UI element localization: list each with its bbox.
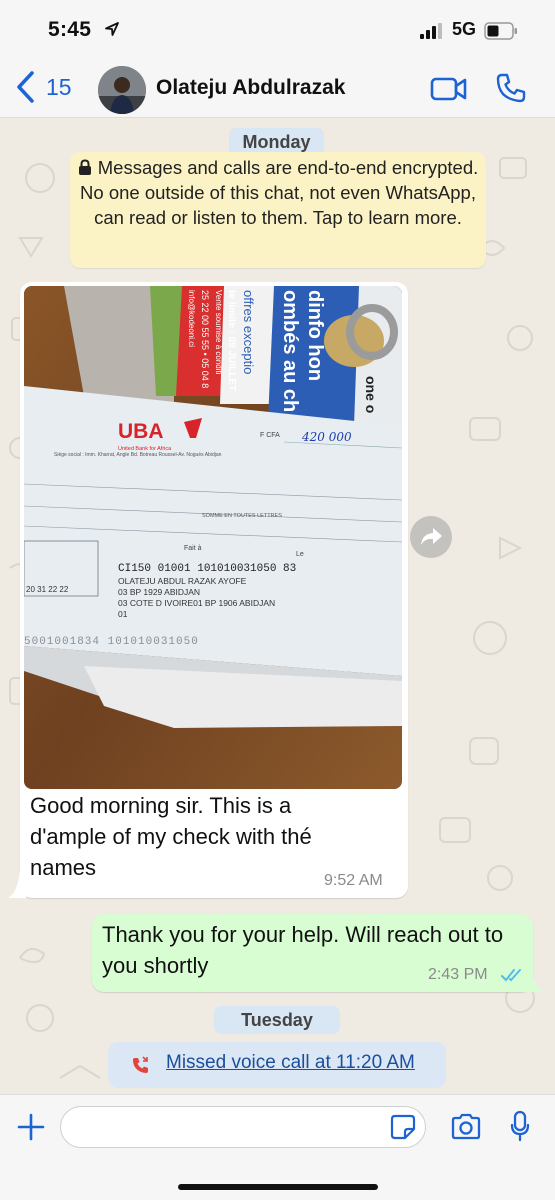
lock-icon: [78, 159, 91, 175]
flyer-text-conditions: Vente soumise à conditi: [214, 290, 223, 375]
cheque-holder-line-1: OLATEJU ABDUL RAZAK AYOFE: [118, 576, 247, 586]
cheque-phone-box: 20 31 22 22: [26, 585, 69, 594]
double-check-icon: [501, 969, 521, 982]
home-indicator: [178, 1184, 378, 1190]
contact-name[interactable]: Olateju Abdulrazak: [156, 76, 345, 100]
cheque-account-line: CI150 01001 101010031050 83: [118, 563, 296, 575]
cheque-holder-line-4: 01: [118, 609, 128, 619]
avatar[interactable]: [98, 66, 146, 114]
back-unread-count[interactable]: 15: [46, 74, 72, 101]
cheque-cfa-label: F CFA: [260, 432, 280, 439]
flyer-text-one: one o: [363, 376, 379, 413]
top-bar: 5:45 5G 15 Olateju Abdulrazak: [0, 0, 555, 118]
check-photo[interactable]: 25 22 00 55 55 • 05 04 8 info@kodeoni.ci…: [24, 286, 402, 789]
incoming-timestamp: 9:52 AM: [324, 872, 383, 889]
network-type: 5G: [452, 19, 477, 39]
incoming-caption: Good morning sir. This is a d'ample of m…: [30, 793, 312, 880]
flyer-text-email: info@kodeoni.ci: [187, 290, 196, 347]
battery-icon: [484, 22, 517, 40]
flyer-text-phone: 25 22 00 55 55 • 05 04 8: [200, 290, 210, 388]
forward-button[interactable]: [410, 516, 452, 558]
cheque-address: Siège social : Imm. Kharrat, Angle Bd. B…: [54, 452, 222, 458]
check-photo-image: 25 22 00 55 55 • 05 04 8 info@kodeoni.ci…: [24, 286, 402, 789]
phone-icon[interactable]: [495, 72, 527, 104]
sticker-icon[interactable]: [390, 1114, 416, 1140]
message-input[interactable]: [60, 1106, 426, 1148]
date-separator-tuesday: Tuesday: [214, 1006, 340, 1034]
flyer-text-offers: offres exceptio: [241, 290, 256, 374]
signal-strength-icon: [420, 23, 442, 39]
flyer-text-headline: ombés au ch: [279, 290, 301, 412]
bubble-tail: [8, 870, 26, 898]
forward-arrow-icon: [421, 528, 442, 545]
camera-icon[interactable]: [450, 1112, 482, 1140]
chevron-left-icon[interactable]: [14, 70, 38, 104]
location-arrow-icon: [105, 22, 119, 36]
cheque-holder-line-3: 03 COTE D IVOIRE01 BP 1906 ABIDJAN: [118, 598, 275, 608]
avatar-photo: [98, 66, 146, 114]
encryption-notice[interactable]: Messages and calls are end-to-end encryp…: [70, 152, 486, 268]
cheque-micr-line: 5001001834 101010031050: [24, 636, 199, 648]
missed-call-icon: [133, 1056, 148, 1073]
uba-logo-text: UBA: [118, 420, 164, 443]
video-camera-icon[interactable]: [430, 74, 468, 104]
missed-call-text[interactable]: Missed voice call at 11:20 AM: [166, 1052, 415, 1074]
cheque-fait-label: Fait à: [184, 545, 202, 552]
plus-icon[interactable]: [16, 1112, 46, 1142]
cheque-amount-handwritten: 420 000: [301, 430, 352, 444]
cheque-words-label: SOMME EN TOUTES LETTRES: [202, 513, 282, 519]
flyer-text-date: te limite : 09 JUILLET: [226, 290, 237, 391]
cheque-le-label: Le: [296, 551, 304, 558]
outgoing-timestamp: 2:43 PM: [428, 966, 488, 983]
cheque-holder-line-2: 03 BP 1929 ABIDJAN: [118, 587, 200, 597]
status-time: 5:45: [48, 18, 92, 41]
flyer-text-info: dinfo hon: [304, 290, 326, 381]
microphone-icon[interactable]: [510, 1110, 530, 1142]
encryption-text: Messages and calls are end-to-end encryp…: [80, 157, 479, 228]
